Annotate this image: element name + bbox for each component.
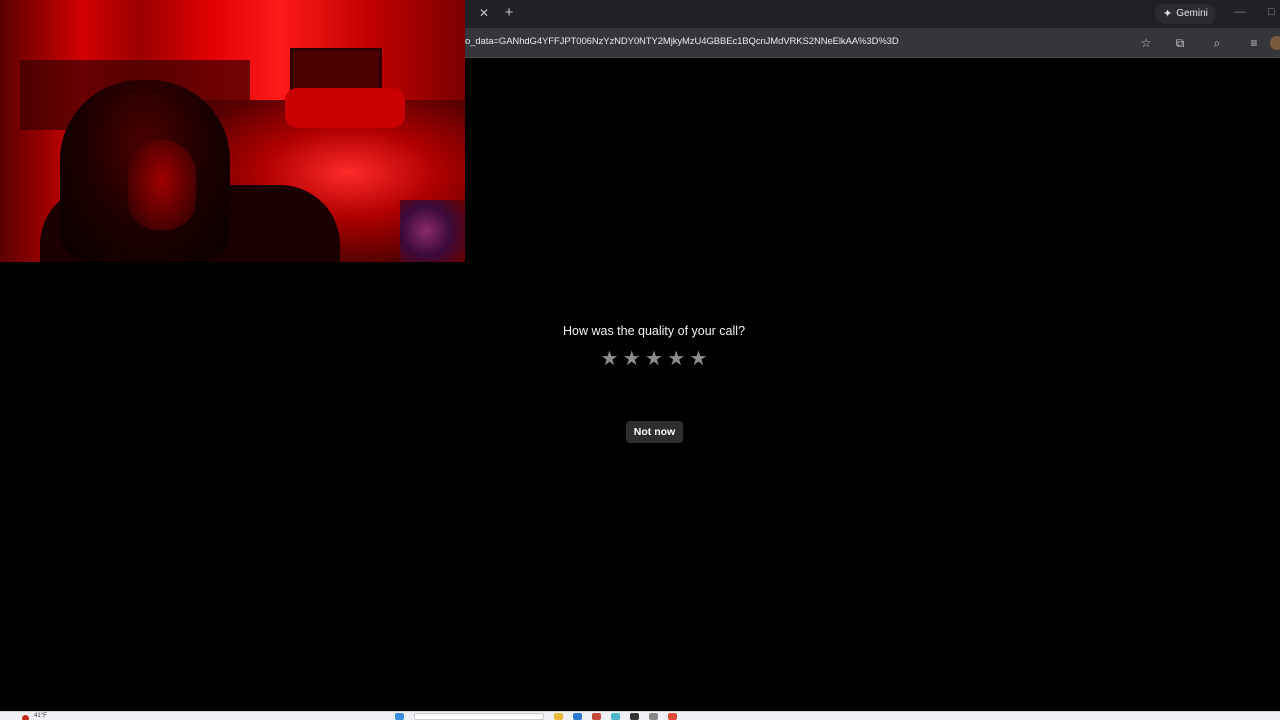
gemini-button[interactable]: ✦ Gemini — [1155, 4, 1216, 24]
webcam-person-face — [128, 140, 196, 230]
app-icon[interactable] — [611, 713, 620, 720]
maximize-icon[interactable]: ☐ — [1264, 4, 1278, 20]
taskbar: 41°F — [0, 711, 1280, 720]
star-3-icon[interactable]: ★ — [645, 349, 664, 370]
app-icon[interactable] — [592, 713, 601, 720]
file-explorer-icon[interactable] — [554, 713, 563, 720]
star-4-icon[interactable]: ★ — [667, 349, 686, 370]
minimize-icon[interactable]: — — [1233, 4, 1247, 20]
extensions-icon[interactable]: ⧉ — [1172, 35, 1188, 51]
app-icon[interactable] — [630, 713, 639, 720]
taskbar-apps — [395, 713, 677, 720]
notification-badge — [22, 715, 29, 720]
tab-search-icon[interactable]: ⌕ — [1209, 35, 1225, 51]
gemini-icon: ✦ — [1163, 8, 1173, 20]
tab-close-icon[interactable]: ✕ — [477, 6, 491, 20]
webcam-blanket-pattern — [400, 200, 465, 262]
star-rating: ★ ★ ★ ★ ★ — [600, 349, 708, 371]
address-bar[interactable]: o_data=GANhdG4YFFJPT006NzYzNDY0NTY2MjkyM… — [440, 31, 1160, 55]
gemini-label: Gemini — [1176, 8, 1208, 19]
url-text[interactable]: o_data=GANhdG4YFFJPT006NzYzNDY0NTY2MjkyM… — [465, 36, 899, 47]
not-now-button[interactable]: Not now — [626, 421, 683, 443]
profile-avatar[interactable] — [1270, 36, 1280, 50]
reading-list-icon[interactable]: ≡ — [1246, 35, 1262, 51]
settings-icon[interactable] — [649, 713, 658, 720]
webcam-pillow — [285, 88, 405, 128]
star-2-icon[interactable]: ★ — [622, 349, 641, 370]
weather-widget[interactable]: 41°F — [34, 712, 47, 720]
star-1-icon[interactable]: ★ — [600, 349, 619, 370]
start-icon[interactable] — [395, 713, 404, 720]
new-tab-button[interactable]: + — [501, 5, 517, 21]
call-quality-question: How was the quality of your call? — [562, 324, 746, 338]
star-5-icon[interactable]: ★ — [689, 349, 708, 370]
chrome-icon[interactable] — [668, 713, 677, 720]
webcam-video-overlay — [0, 0, 465, 262]
edge-icon[interactable] — [573, 713, 582, 720]
taskbar-search[interactable] — [414, 713, 544, 720]
bookmark-star-icon[interactable]: ☆ — [1138, 35, 1154, 51]
